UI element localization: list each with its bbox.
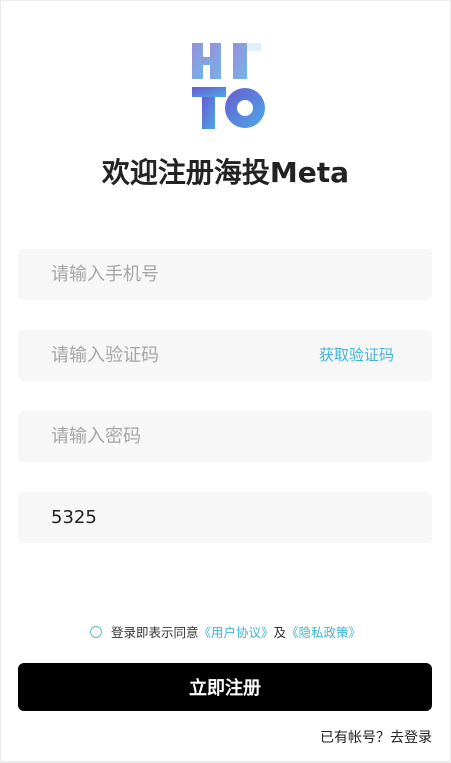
captcha-field — [18, 492, 432, 543]
login-link[interactable]: 去登录 — [390, 730, 432, 746]
privacy-policy-link[interactable]: 《隐私政策》 — [286, 622, 361, 641]
verification-code-input[interactable] — [49, 344, 293, 367]
agree-radio[interactable] — [89, 625, 102, 638]
hito-logo — [192, 43, 265, 129]
user-agreement-link[interactable]: 《用户协议》 — [198, 622, 273, 641]
agreement-and: 及 — [273, 625, 287, 640]
login-prompt: 已有帐号？去登录 — [320, 727, 432, 747]
captcha-input[interactable] — [49, 506, 293, 529]
login-prompt-text: 已有帐号？ — [320, 730, 390, 746]
password-field — [18, 411, 432, 462]
register-button[interactable]: 立即注册 — [18, 663, 432, 711]
page-title: 欢迎注册海投Meta — [101, 156, 350, 189]
phone-input[interactable] — [49, 263, 293, 286]
password-input[interactable] — [49, 425, 293, 448]
register-page: 欢迎注册海投Meta 获取验证码 登录即表示同意 《用户协议》 及 《隐私政策》… — [1, 1, 450, 761]
agreement-prefix: 登录即表示同意 — [110, 625, 199, 640]
agreement-row: 登录即表示同意 《用户协议》 及 《隐私政策》 — [1, 622, 450, 641]
get-code-link[interactable]: 获取验证码 — [319, 330, 394, 381]
phone-field — [18, 249, 432, 300]
code-field: 获取验证码 — [18, 330, 432, 381]
